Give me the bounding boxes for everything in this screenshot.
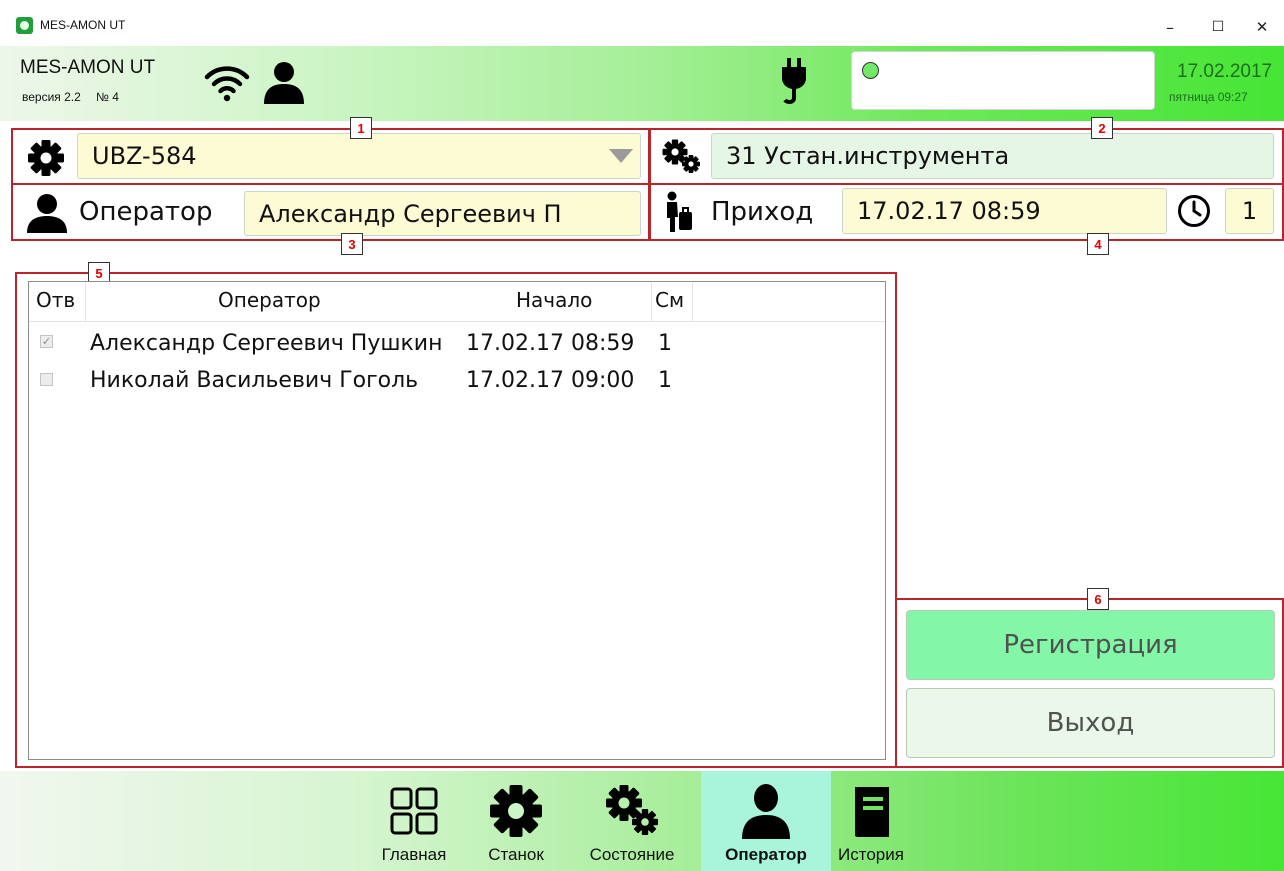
current-date: 17.02.2017	[1177, 61, 1273, 82]
column-divider	[85, 283, 86, 321]
table-row-operator: Николай Васильевич Гоголь	[90, 368, 419, 393]
table-header-divider	[29, 321, 885, 322]
table-row-shift: 1	[658, 368, 672, 393]
operator-field[interactable]: Александр Сергеевич П	[244, 191, 641, 236]
grid-icon	[390, 787, 438, 835]
machine-select[interactable]: UBZ-584	[77, 133, 641, 179]
column-header-responsible[interactable]: Отв	[36, 288, 75, 312]
wifi-icon	[204, 66, 250, 102]
nav-label: Станок	[488, 845, 544, 864]
gears-icon	[606, 785, 658, 835]
nav-history[interactable]: История	[836, 771, 906, 871]
app-version: версия 2.2	[22, 90, 81, 104]
nav-operator[interactable]: Оператор	[701, 771, 831, 871]
zone-label-1: 1	[350, 117, 372, 139]
table-row-start: 17.02.17 08:59	[466, 331, 635, 356]
chevron-down-icon[interactable]	[609, 149, 633, 163]
terminal-number: № 4	[96, 90, 119, 104]
column-header-start[interactable]: Начало	[516, 288, 592, 312]
arrival-label: Приход	[711, 197, 814, 227]
maximize-button[interactable]: ☐	[1196, 10, 1240, 44]
nav-label: Состояние	[589, 845, 675, 864]
window-title-bar	[0, 0, 1284, 46]
user-icon	[742, 784, 790, 839]
column-divider	[651, 283, 652, 321]
zone-label-3: 3	[341, 233, 363, 255]
column-header-shift[interactable]: См	[655, 288, 684, 312]
column-header-operator[interactable]: Оператор	[218, 288, 321, 312]
nav-label: История	[838, 845, 904, 864]
weekday-time: пятница 09:27	[1169, 90, 1248, 104]
machine-state-field: 31 Устан.инструмента	[711, 133, 1274, 179]
state-value: 31 Устан.инструмента	[726, 142, 1010, 170]
table-row-operator: Александр Сергеевич Пушкин	[90, 331, 443, 356]
responsible-checkbox[interactable]: ✓	[40, 335, 53, 348]
book-icon	[855, 787, 889, 837]
window-title: MES-AMON UT	[40, 18, 126, 32]
gear-icon	[28, 140, 64, 176]
nav-state[interactable]: Состояние	[572, 771, 692, 871]
arrival-time-field: 17.02.17 08:59	[842, 188, 1167, 234]
zone-divider	[13, 183, 1284, 185]
zone-label-2: 2	[1091, 117, 1113, 139]
person-arrival-icon	[667, 191, 692, 232]
user-icon	[27, 194, 67, 233]
shift-value: 1	[1241, 197, 1258, 225]
zone-label-6: 6	[1087, 588, 1109, 610]
user-status-icon	[264, 62, 304, 104]
gear-icon	[490, 785, 542, 837]
clock-icon	[1178, 195, 1210, 227]
column-divider	[692, 283, 693, 321]
nav-label: Главная	[381, 845, 447, 864]
table-row-start: 17.02.17 09:00	[466, 368, 635, 393]
register-button[interactable]: Регистрация	[906, 610, 1275, 680]
close-button[interactable]: ✕	[1240, 10, 1284, 44]
table-row-shift: 1	[658, 331, 672, 356]
status-led-icon	[862, 62, 879, 79]
arrival-value: 17.02.17 08:59	[857, 197, 1041, 225]
responsible-checkbox[interactable]	[40, 373, 53, 386]
status-message-box	[851, 51, 1155, 110]
exit-button[interactable]: Выход	[906, 688, 1275, 758]
app-name: MES-AMON UT	[20, 57, 156, 78]
minimize-button[interactable]: –	[1148, 10, 1192, 44]
machine-value: UBZ-584	[92, 142, 197, 170]
app-icon	[16, 17, 33, 34]
gears-icon	[662, 139, 700, 173]
operator-value: Александр Сергеевич П	[259, 199, 562, 228]
operator-label: Оператор	[79, 197, 213, 227]
zone-label-4: 4	[1087, 233, 1109, 255]
nav-main[interactable]: Главная	[364, 771, 464, 871]
nav-label: Оператор	[725, 845, 807, 864]
shift-field: 1	[1225, 188, 1274, 234]
nav-machine[interactable]: Станок	[466, 771, 566, 871]
power-plug-icon	[782, 58, 806, 105]
